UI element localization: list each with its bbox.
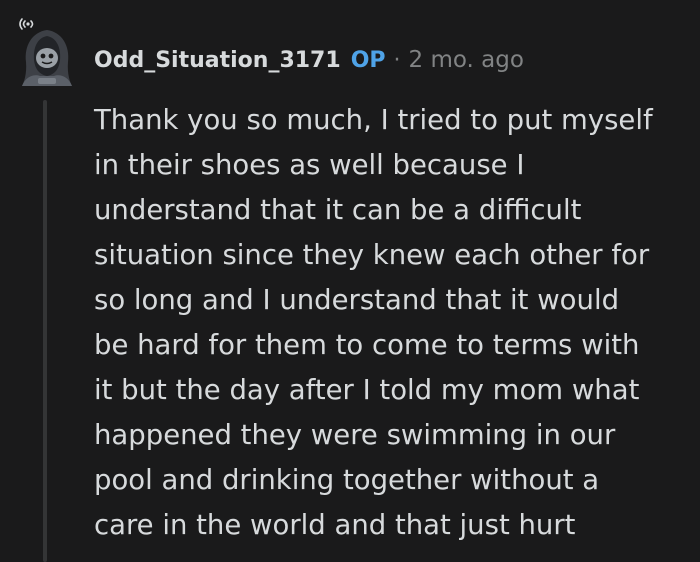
comment-body-line: pool and drinking together without a [94,464,600,496]
comment-body-line: care in the world and that just hurt [94,509,576,541]
author-username[interactable]: Odd_Situation_3171 [94,48,341,73]
user-avatar-icon[interactable] [14,18,80,90]
comment-body-line: understand that it can be a difficult [94,194,582,226]
op-badge: OP [350,47,386,73]
comment-body-line: happened they were swimming in our [94,419,616,451]
comment-body: Thank you so much, I tried to put myself… [94,98,684,548]
comment-body-line: so long and I understand that it would [94,284,620,316]
thread-line[interactable] [43,100,47,562]
comment-body-line: Thank you so much, I tried to put myself [94,104,653,136]
comment-body-line: it but the day after I told my mom what [94,374,640,406]
comment-header: Odd_Situation_3171 OP · 2 mo. ago [94,40,524,80]
comment-body-line: be hard for them to come to terms with [94,329,640,361]
comment-timestamp[interactable]: 2 mo. ago [409,47,524,73]
header-separator: · [393,47,401,73]
comment-body-line: in their shoes as well because I [94,149,525,181]
comment: Odd_Situation_3171 OP · 2 mo. ago Thank … [0,0,700,562]
comment-body-line: situation since they knew each other for [94,239,650,271]
